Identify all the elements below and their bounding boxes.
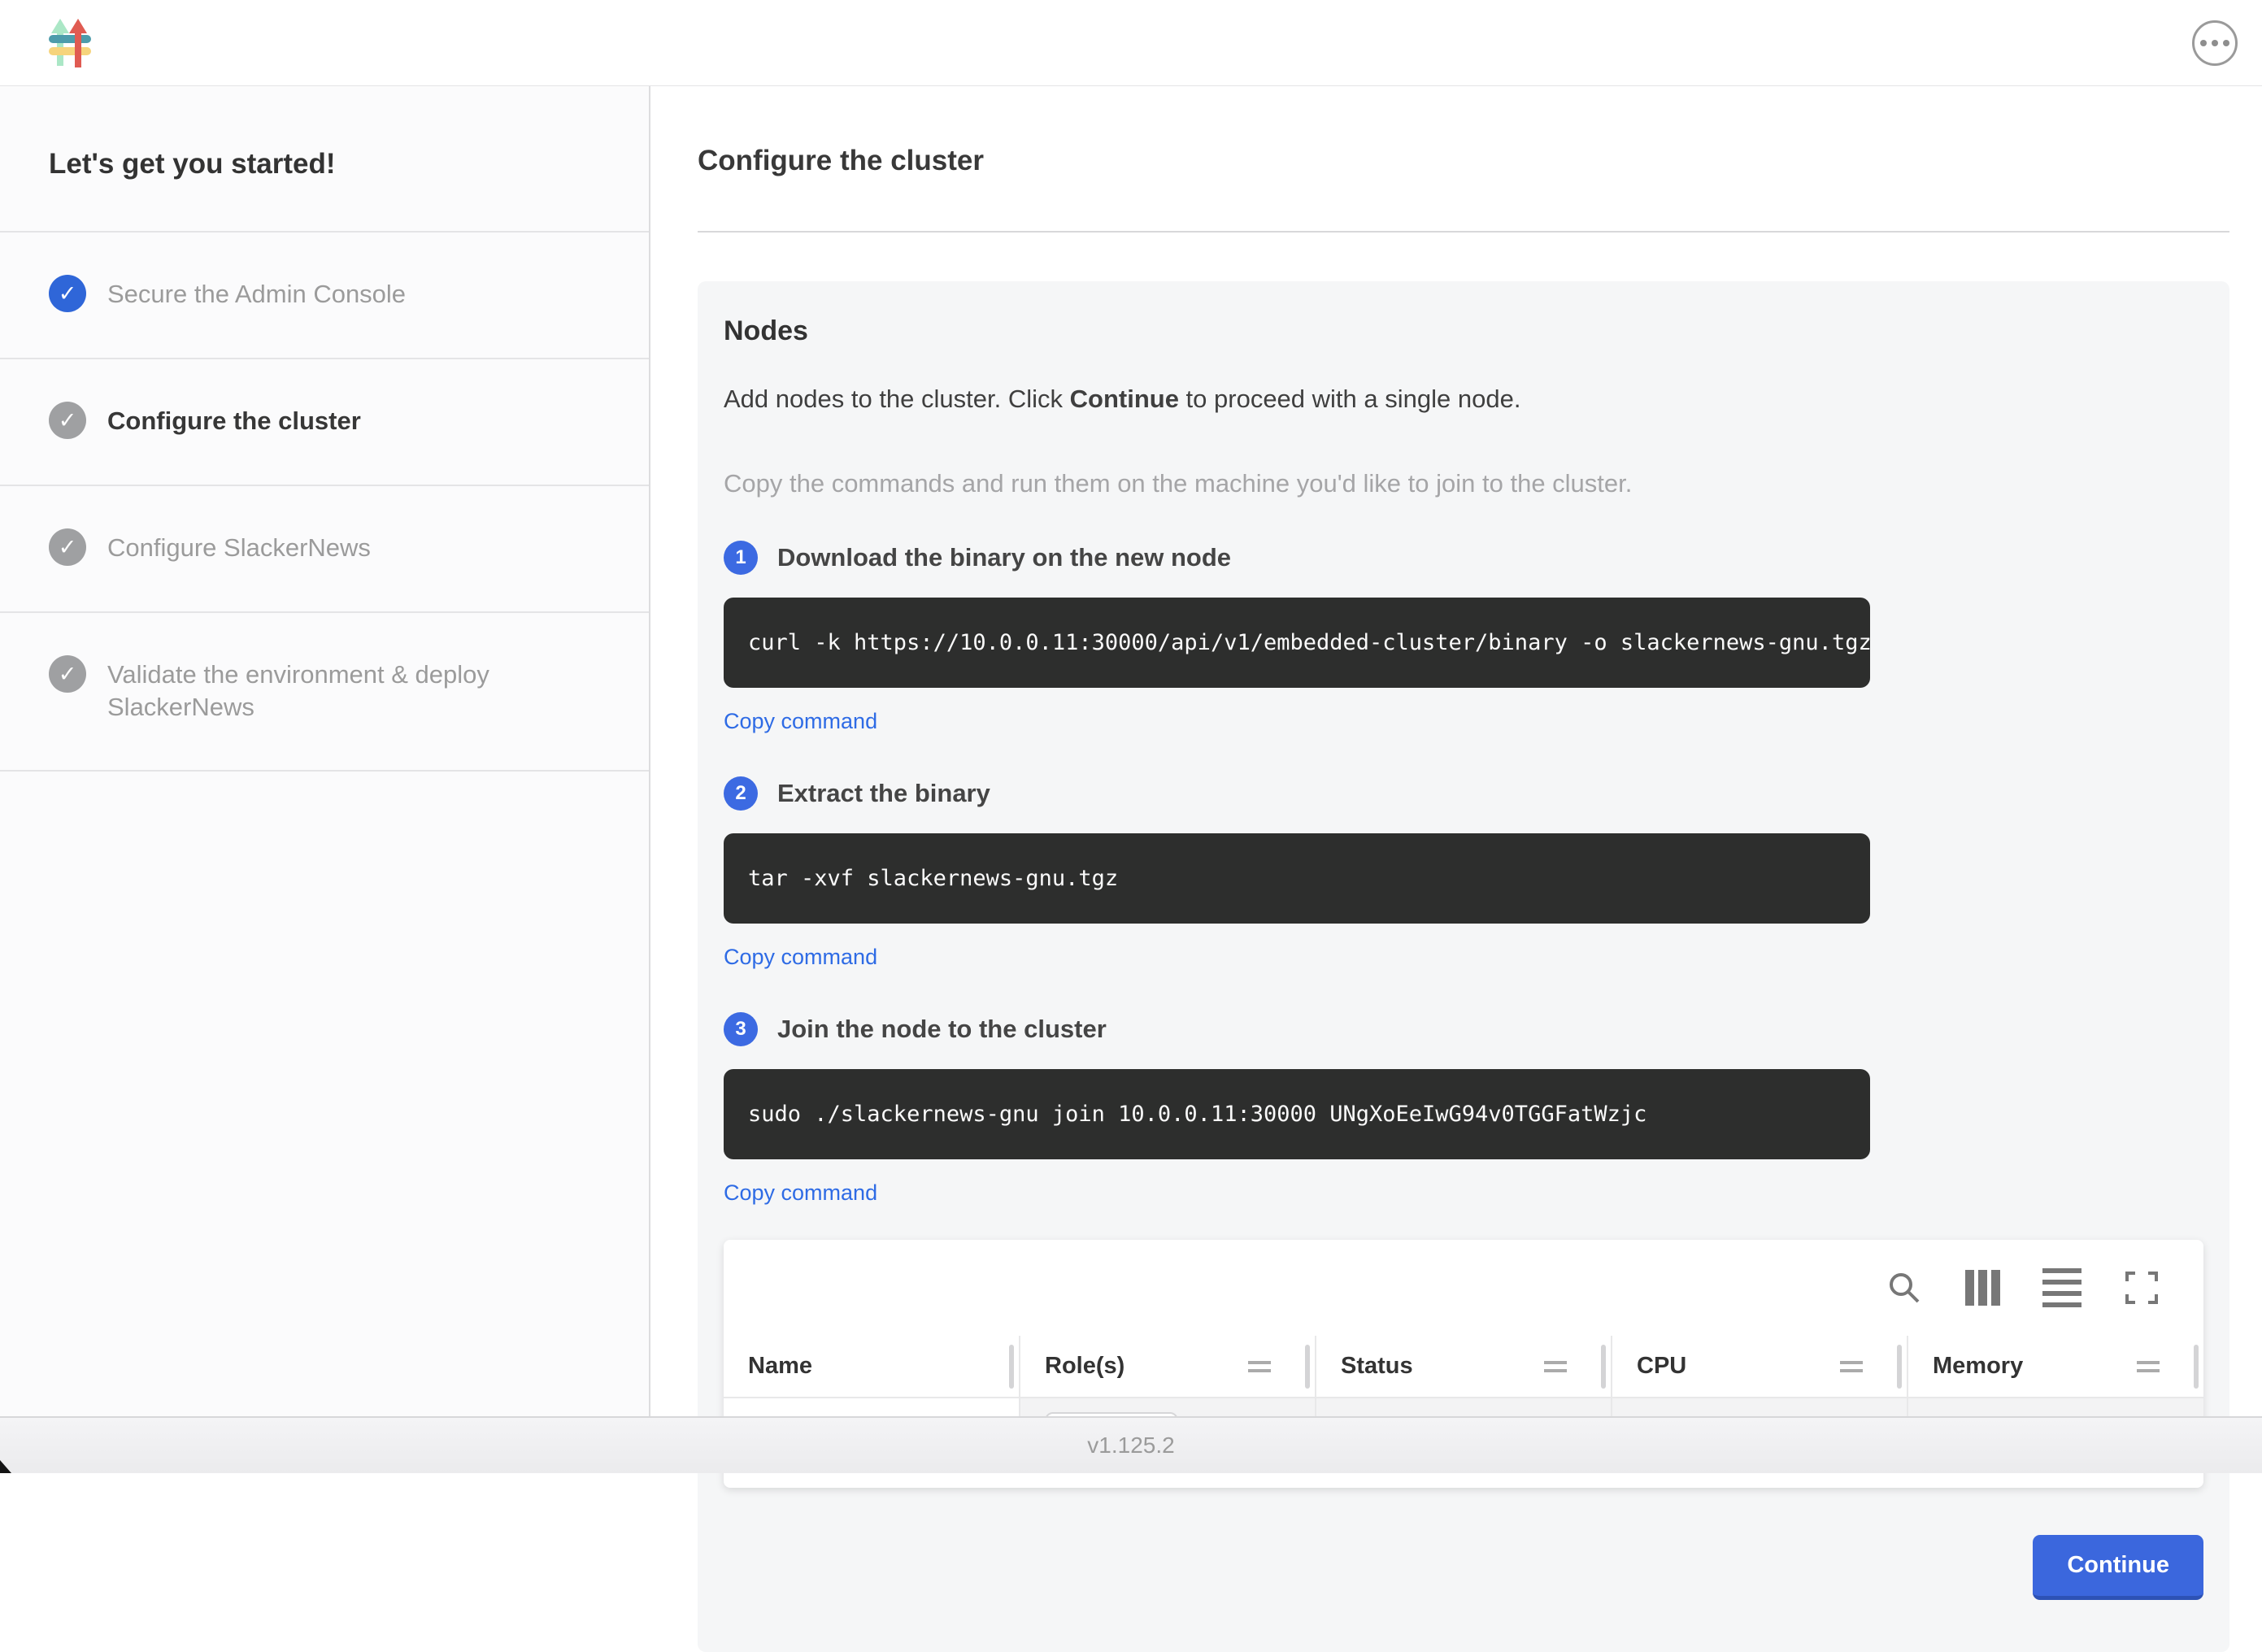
copy-command-link[interactable]: Copy command	[724, 945, 877, 970]
column-label: Role(s)	[1045, 1353, 1124, 1380]
column-drag-handle-icon[interactable]	[1248, 1361, 1271, 1372]
column-header-status[interactable]: Status	[1316, 1336, 1612, 1398]
check-pending-icon: ✓	[49, 655, 86, 693]
column-label: CPU	[1637, 1353, 1686, 1380]
step-download-binary: 1 Download the binary on the new node cu…	[724, 541, 2203, 734]
version-label: v1.125.2	[1087, 1432, 1174, 1459]
step-number-badge: 1	[724, 541, 758, 575]
sidebar-item-label: Configure SlackerNews	[107, 532, 371, 564]
table-header-row: Name Role(s)	[724, 1336, 2203, 1398]
step-title: Extract the binary	[777, 779, 990, 808]
sidebar-item-label: Validate the environment & deploy Slacke…	[107, 659, 538, 724]
column-drag-handle-icon[interactable]	[1840, 1361, 1863, 1372]
nodes-intro-text: Add nodes to the cluster. Click Continue…	[724, 385, 2203, 414]
ellipsis-dot	[2200, 40, 2207, 46]
sidebar-item-label: Secure the Admin Console	[107, 278, 406, 311]
ellipsis-dot	[2223, 40, 2229, 46]
continue-button[interactable]: Continue	[2033, 1535, 2203, 1600]
check-pending-icon: ✓	[49, 528, 86, 566]
column-drag-handle-icon[interactable]	[1544, 1361, 1567, 1372]
column-resize-handle[interactable]	[1897, 1345, 1902, 1389]
column-resize-handle[interactable]	[1009, 1345, 1014, 1389]
column-label: Memory	[1933, 1353, 2023, 1380]
column-header-roles[interactable]: Role(s)	[1020, 1336, 1316, 1398]
divider	[698, 231, 2229, 233]
step-number-badge: 2	[724, 776, 758, 811]
check-pending-icon: ✓	[49, 402, 86, 439]
step-number-badge: 3	[724, 1012, 758, 1046]
search-icon[interactable]	[1886, 1269, 1923, 1306]
page-title: Configure the cluster	[698, 145, 2229, 177]
sidebar-item-validate-deploy[interactable]: ✓ Validate the environment & deploy Slac…	[0, 613, 649, 772]
sidebar-item-secure-admin-console[interactable]: ✓ Secure the Admin Console	[0, 233, 649, 359]
sidebar-item-label: Configure the cluster	[107, 405, 361, 437]
step-join-node: 3 Join the node to the cluster sudo ./sl…	[724, 1012, 2203, 1206]
step-title: Join the node to the cluster	[777, 1015, 1107, 1044]
copy-command-link[interactable]: Copy command	[724, 709, 877, 734]
intro-bold: Continue	[1070, 385, 1179, 413]
column-header-cpu[interactable]: CPU	[1612, 1336, 1907, 1398]
column-resize-handle[interactable]	[1601, 1345, 1606, 1389]
column-label: Name	[748, 1353, 812, 1380]
intro-suffix: to proceed with a single node.	[1179, 385, 1521, 413]
app-window: Let's get you started! ✓ Secure the Admi…	[0, 0, 2262, 1473]
ellipsis-dot	[2212, 40, 2218, 46]
table-toolbar	[724, 1240, 2203, 1336]
column-drag-handle-icon[interactable]	[2137, 1361, 2160, 1372]
nodes-heading: Nodes	[724, 315, 2203, 347]
column-header-memory[interactable]: Memory	[1907, 1336, 2203, 1398]
main-content: Configure the cluster Nodes Add nodes to…	[650, 86, 2262, 1416]
step-title: Download the binary on the new node	[777, 543, 1231, 572]
column-resize-handle[interactable]	[2194, 1345, 2199, 1389]
density-icon[interactable]	[2042, 1268, 2081, 1307]
cursor-artifact	[0, 1460, 11, 1473]
fullscreen-icon[interactable]	[2124, 1270, 2160, 1306]
command-code-block: tar -xvf slackernews-gnu.tgz	[724, 833, 1870, 924]
slackernews-logo-icon	[47, 17, 93, 69]
copy-command-link[interactable]: Copy command	[724, 1180, 877, 1206]
column-resize-handle[interactable]	[1305, 1345, 1310, 1389]
step-extract-binary: 2 Extract the binary tar -xvf slackernew…	[724, 776, 2203, 970]
check-complete-icon: ✓	[49, 275, 86, 312]
sidebar-title: Let's get you started!	[0, 86, 649, 233]
command-code-block: sudo ./slackernews-gnu join 10.0.0.11:30…	[724, 1069, 1870, 1159]
sidebar-item-configure-slackernews[interactable]: ✓ Configure SlackerNews	[0, 486, 649, 613]
copy-commands-hint: Copy the commands and run them on the ma…	[724, 469, 2203, 498]
sidebar-item-configure-cluster[interactable]: ✓ Configure the cluster	[0, 359, 649, 486]
column-label: Status	[1341, 1353, 1413, 1380]
setup-sidebar: Let's get you started! ✓ Secure the Admi…	[0, 86, 650, 1416]
column-header-name[interactable]: Name	[724, 1336, 1020, 1398]
intro-prefix: Add nodes to the cluster. Click	[724, 385, 1070, 413]
app-header	[0, 0, 2262, 86]
columns-icon[interactable]	[1965, 1270, 2000, 1306]
app-footer: v1.125.2	[0, 1416, 2262, 1473]
command-code-block: curl -k https://10.0.0.11:30000/api/v1/e…	[724, 598, 1870, 688]
ellipsis-menu-button[interactable]	[2192, 20, 2238, 66]
